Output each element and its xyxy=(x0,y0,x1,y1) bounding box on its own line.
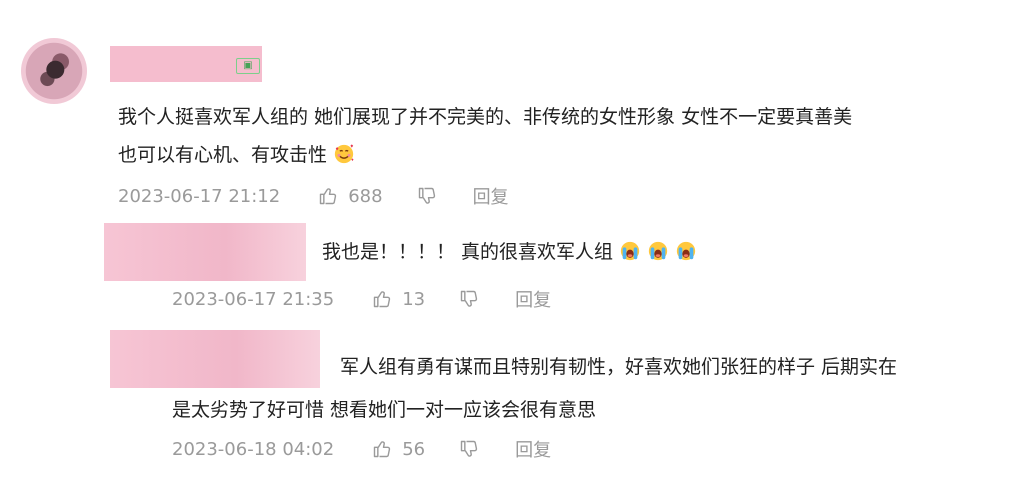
loudly-crying-face-icon xyxy=(648,241,668,261)
comment-meta: 2023-06-17 21:12 688 回复 xyxy=(118,183,509,209)
reply-button[interactable]: 回复 xyxy=(515,286,551,312)
like-button[interactable]: 13 xyxy=(372,289,459,310)
like-count: 13 xyxy=(402,288,426,310)
reply-button[interactable]: 回复 xyxy=(473,183,509,209)
dislike-button[interactable] xyxy=(459,289,479,309)
like-count: 56 xyxy=(402,438,426,460)
smiling-face-with-hearts-icon xyxy=(334,144,354,164)
comment-text-line-2-content: 也可以有心机、有攻击性 xyxy=(118,144,328,166)
like-button[interactable]: 56 xyxy=(372,439,459,460)
like-count: 688 xyxy=(348,185,383,207)
reply-2-text-line-1: 军人组有勇有谋而且特别有韧性，好喜欢她们张狂的样子 后期实在 xyxy=(340,356,898,378)
thumbs-up-icon xyxy=(319,188,337,205)
dislike-button[interactable] xyxy=(417,186,437,206)
comment-text-line-1: 我个人挺喜欢军人组的 她们展现了并不完美的、非传统的女性形象 女性不一定要真善美 xyxy=(118,106,853,128)
comment-text-line-2: 也可以有心机、有攻击性 xyxy=(118,140,355,170)
reply-1-text: 我也是！！！！ 真的很喜欢军人组 xyxy=(322,237,697,267)
reply-1-text-content: 我也是！！！！ 真的很喜欢军人组 xyxy=(322,241,614,263)
thumbs-up-icon xyxy=(373,441,391,458)
reply-1-time: 2023-06-17 21:35 xyxy=(172,288,335,310)
reply-button[interactable]: 回复 xyxy=(515,436,551,462)
thumbs-up-icon xyxy=(373,291,391,308)
reply-1-meta: 2023-06-17 21:35 13 回复 xyxy=(172,286,551,312)
reply-2-time: 2023-06-18 04:02 xyxy=(172,438,335,460)
thumbs-down-icon xyxy=(460,290,478,307)
reply-username-redacted[interactable] xyxy=(110,330,320,388)
reply-2-text-line-2: 是太劣势了好可惜 想看她们一对一应该会很有意思 xyxy=(172,399,597,421)
like-button[interactable]: 688 xyxy=(318,186,416,207)
fan-badge-icon: ▣ xyxy=(236,58,260,74)
reply-username-redacted[interactable] xyxy=(104,223,306,281)
thumbs-down-icon xyxy=(418,187,435,204)
loudly-crying-face-icon xyxy=(620,241,640,261)
reply-2-meta: 2023-06-18 04:02 56 回复 xyxy=(172,436,551,462)
comment-time: 2023-06-17 21:12 xyxy=(118,185,281,207)
thumbs-down-icon xyxy=(460,440,478,457)
crying-emoji-group xyxy=(619,241,697,263)
loudly-crying-face-icon xyxy=(677,241,696,261)
avatar[interactable] xyxy=(21,38,87,104)
dislike-button[interactable] xyxy=(459,439,479,459)
